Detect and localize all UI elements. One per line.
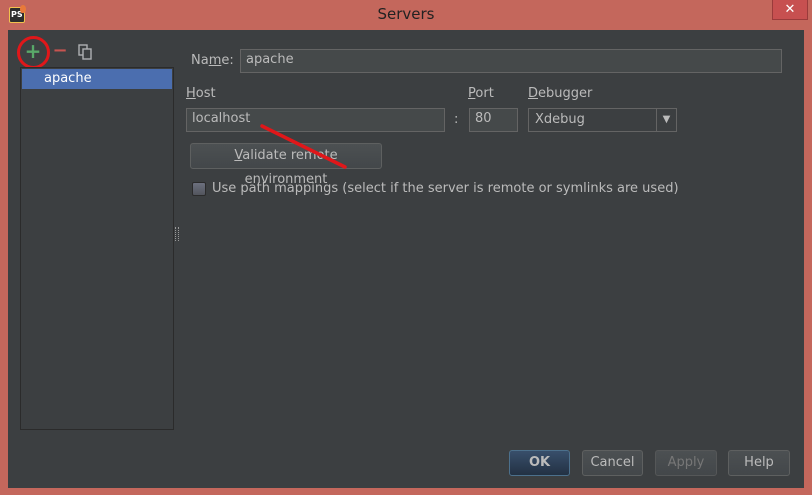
window-title: Servers xyxy=(377,5,435,23)
help-button[interactable]: Help xyxy=(728,450,790,476)
splitter-handle[interactable] xyxy=(175,227,179,241)
copy-server-button[interactable] xyxy=(74,41,96,63)
list-item[interactable]: apache xyxy=(22,69,172,89)
remove-server-button[interactable]: − xyxy=(49,41,71,63)
copy-icon xyxy=(78,44,92,60)
minus-icon: − xyxy=(52,40,68,61)
port-field[interactable]: 80 xyxy=(469,108,518,132)
add-server-button[interactable]: + xyxy=(22,41,44,63)
chevron-down-icon[interactable]: ▼ xyxy=(656,109,676,131)
debugger-select[interactable]: Xdebug ▼ xyxy=(528,108,677,132)
server-list[interactable]: apache xyxy=(20,67,174,430)
host-label: Host xyxy=(186,86,216,101)
name-label: Name: xyxy=(191,53,234,68)
host-field[interactable]: localhost xyxy=(186,108,445,132)
plus-icon: + xyxy=(24,39,42,63)
port-label: Port xyxy=(468,86,494,101)
ok-button[interactable]: OK xyxy=(509,450,570,476)
window-close-button[interactable]: ✕ xyxy=(772,0,808,20)
port-separator: : xyxy=(454,112,459,127)
apply-button[interactable]: Apply xyxy=(655,450,717,476)
debugger-select-value: Xdebug xyxy=(535,112,585,127)
title-bar: PS Servers ✕ xyxy=(0,0,812,30)
validate-remote-environment-button[interactable]: Validate remote environment xyxy=(190,143,382,187)
cancel-button[interactable]: Cancel xyxy=(582,450,643,476)
path-mappings-label: Use path mappings (select if the server … xyxy=(212,181,679,196)
debugger-label: Debugger xyxy=(528,86,593,101)
name-field[interactable]: apache xyxy=(240,49,782,73)
path-mappings-checkbox[interactable] xyxy=(192,182,206,196)
dialog-content: + − apache Name: apache Host localhost :… xyxy=(8,30,804,488)
